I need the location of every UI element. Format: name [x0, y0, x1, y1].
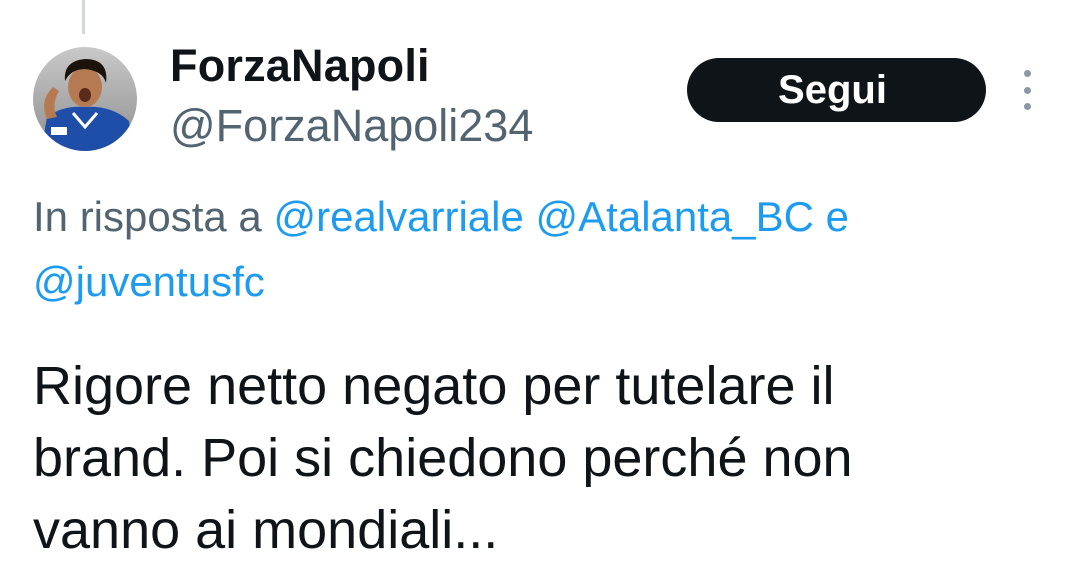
dot [1023, 86, 1031, 94]
reply-conjunction: e [825, 193, 850, 240]
dot [1023, 103, 1031, 110]
mention-link-juventus[interactable]: @juventusfc [33, 258, 265, 305]
avatar-photo [33, 47, 137, 151]
thread-connector-line [82, 0, 85, 34]
follow-button[interactable]: Segui [687, 58, 986, 122]
tweet-text-line: brand. Poi si chiedono perché non [33, 428, 853, 488]
tweet-text-line: vanno ai mondiali... [33, 500, 499, 560]
reply-prefix: In risposta a [33, 193, 262, 240]
reply-context: In risposta a @realvarriale @Atalanta_BC… [33, 193, 849, 241]
mention-link-realvarriale[interactable]: @realvarriale [273, 193, 523, 240]
author-handle[interactable]: @ForzaNapoli234 [170, 100, 533, 152]
dot [1023, 70, 1031, 77]
tweet-text: Rigore netto negato per tutelare il bran… [33, 350, 1053, 566]
author-display-name[interactable]: ForzaNapoli [170, 40, 430, 92]
reply-context-continued: @juventusfc [33, 258, 265, 306]
more-vertical-icon[interactable] [1015, 70, 1039, 110]
avatar[interactable] [33, 47, 137, 151]
tweet-text-line: Rigore netto negato per tutelare il [33, 356, 835, 416]
mention-link-atalanta[interactable]: @Atalanta_BC [536, 193, 814, 240]
